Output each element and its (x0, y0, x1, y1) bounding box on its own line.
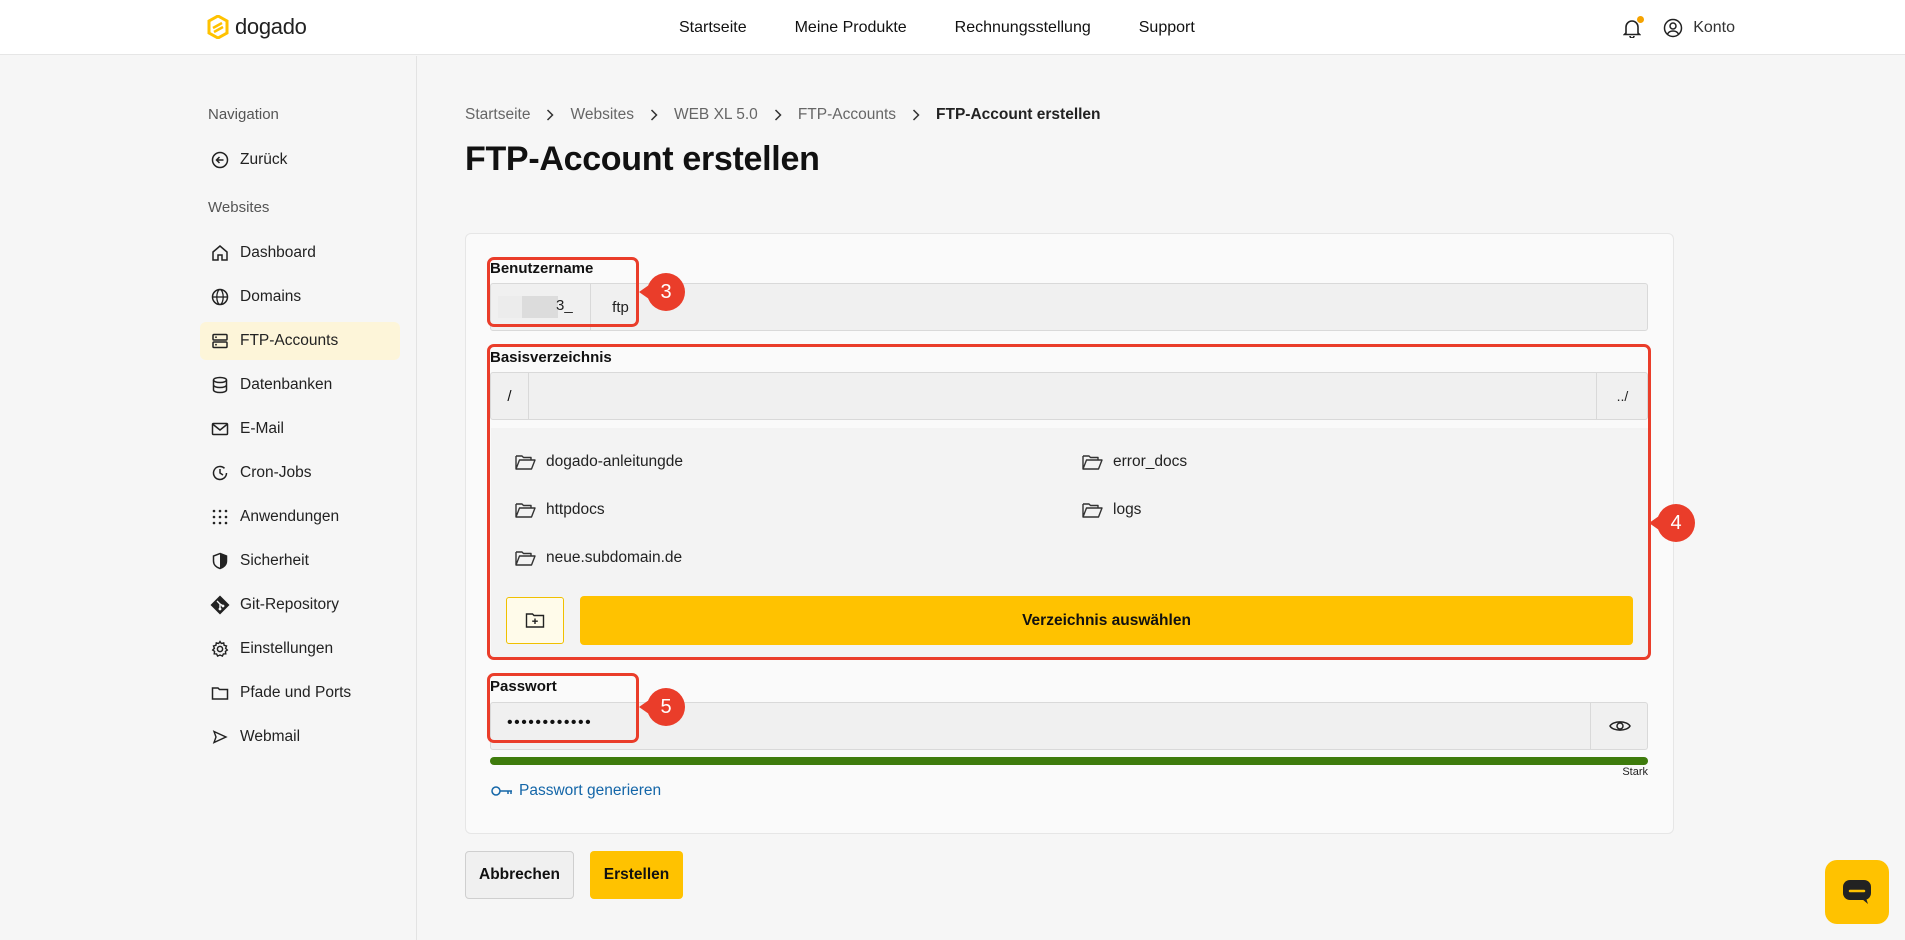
sidebar-item-git-repository[interactable]: Git-Repository (200, 586, 400, 624)
sidebar-item-label: Domains (240, 288, 302, 305)
arrow-left-circle-icon (210, 150, 230, 170)
annotation-badge-5: 5 (639, 688, 685, 726)
grid-dots-icon (210, 507, 230, 527)
notification-dot (1637, 15, 1645, 23)
account-menu[interactable]: Konto (1663, 18, 1735, 38)
sidebar-item-ftp-accounts[interactable]: FTP-Accounts (200, 322, 400, 360)
sidebar-item-anwendungen[interactable]: Anwendungen (200, 498, 400, 536)
git-icon (210, 595, 230, 615)
generate-password-label: Passwort generieren (519, 782, 662, 799)
home-icon (210, 243, 230, 263)
chevron-right-icon (912, 109, 920, 121)
chat-widget-button[interactable] (1825, 860, 1889, 924)
sidebar-item-sicherheit[interactable]: Sicherheit (200, 542, 400, 580)
nav-meine-produkte[interactable]: Meine Produkte (795, 19, 907, 37)
sidebar-item-webmail[interactable]: Webmail (200, 718, 400, 756)
annotation-box-password (487, 673, 639, 743)
main-nav: Startseite Meine Produkte Rechnungsstell… (679, 0, 1243, 55)
clock-icon (210, 463, 230, 483)
breadcrumb-websites[interactable]: Websites (570, 106, 633, 124)
sidebar-item-label: E-Mail (240, 420, 284, 437)
password-strength-bar (490, 757, 1648, 765)
breadcrumb: Startseite Websites WEB XL 5.0 FTP-Accou… (465, 106, 1101, 124)
breadcrumb-web-xl[interactable]: WEB XL 5.0 (674, 106, 758, 124)
sidebar-item-dashboard[interactable]: Dashboard (200, 234, 400, 272)
sidebar-item-label: Git-Repository (240, 596, 340, 613)
chevron-right-icon (546, 109, 555, 121)
sidebar-item-label: FTP-Accounts (240, 332, 339, 349)
user-circle-icon (1663, 18, 1683, 37)
page-title: FTP-Account erstellen (465, 140, 820, 178)
account-label: Konto (1693, 18, 1735, 36)
sidebar-heading-websites: Websites (208, 199, 270, 216)
folder-icon (210, 683, 230, 703)
annotation-badge-3: 3 (639, 273, 685, 311)
sidebar-item-cron-jobs[interactable]: Cron-Jobs (200, 454, 400, 492)
sidebar-heading-navigation: Navigation (208, 106, 279, 123)
cancel-button[interactable]: Abbrechen (465, 851, 574, 899)
sidebar-item-email[interactable]: E-Mail (200, 410, 400, 448)
annotation-box-username (487, 257, 639, 327)
toggle-password-visibility-button[interactable] (1590, 702, 1648, 749)
breadcrumb-ftp-accounts[interactable]: FTP-Accounts (798, 106, 896, 124)
sidebar-item-label: Datenbanken (240, 376, 333, 393)
globe-icon (210, 287, 230, 307)
annotation-badge-4: 4 (1649, 504, 1695, 542)
sidebar-item-pfade-und-ports[interactable]: Pfade und Ports (200, 674, 400, 712)
chat-bubble-icon (1842, 879, 1872, 905)
sidebar-item-label: Anwendungen (240, 508, 340, 525)
database-icon (210, 375, 230, 395)
server-icon (210, 331, 230, 351)
chevron-right-icon (774, 109, 782, 121)
sidebar-item-label: Pfade und Ports (240, 684, 352, 701)
sidebar-item-label: Sicherheit (240, 552, 309, 569)
dogado-logo[interactable]: dogado (207, 14, 307, 40)
brand-name: dogado (235, 14, 307, 39)
sidebar-item-label: Webmail (240, 728, 301, 745)
sidebar-back-label: Zurück (240, 151, 288, 168)
sidebar-item-domains[interactable]: Domains (200, 278, 400, 316)
nav-support[interactable]: Support (1139, 19, 1195, 37)
key-icon (491, 785, 513, 797)
shield-icon (210, 551, 230, 571)
sidebar-item-label: Dashboard (240, 244, 316, 261)
password-strength-label: Stark (1622, 766, 1648, 778)
dogado-logo-icon (207, 15, 229, 39)
chevron-right-icon (650, 109, 658, 121)
sidebar-item-label: Cron-Jobs (240, 464, 312, 481)
nav-startseite[interactable]: Startseite (679, 19, 747, 37)
top-bar: dogado Startseite Meine Produkte Rechnun… (0, 0, 1905, 55)
sidebar-item-label: Einstellungen (240, 640, 334, 657)
mail-icon (210, 419, 230, 439)
nav-rechnungsstellung[interactable]: Rechnungsstellung (955, 19, 1091, 37)
sidebar-item-einstellungen[interactable]: Einstellungen (200, 630, 400, 668)
breadcrumb-startseite[interactable]: Startseite (465, 106, 530, 124)
create-button[interactable]: Erstellen (590, 851, 683, 899)
generate-password-link[interactable]: Passwort generieren (491, 782, 661, 800)
sidebar-back[interactable]: Zurück (200, 141, 400, 179)
send-icon (210, 727, 230, 747)
eye-icon (1608, 719, 1631, 733)
annotation-box-basedir (487, 344, 1651, 660)
breadcrumb-current: FTP-Account erstellen (936, 106, 1101, 123)
notifications-button[interactable] (1623, 15, 1645, 38)
sidebar-item-datenbanken[interactable]: Datenbanken (200, 366, 400, 404)
gear-icon (210, 639, 230, 659)
